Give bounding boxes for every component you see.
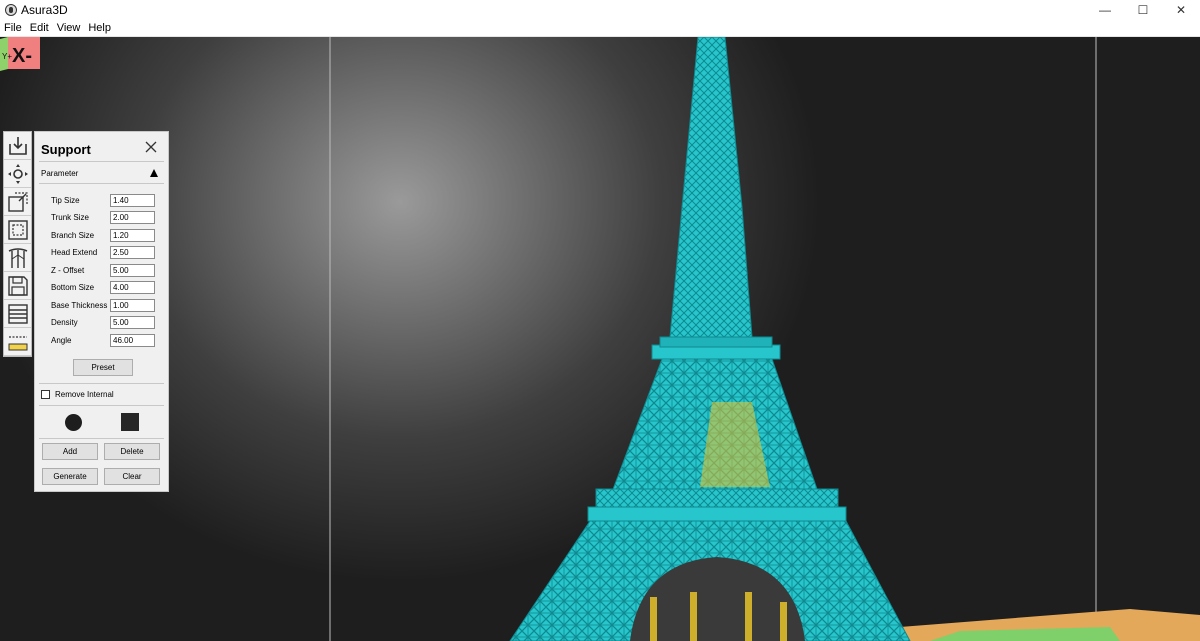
collapse-arrow-icon[interactable] [150, 169, 158, 177]
move-tool-button[interactable] [4, 160, 31, 188]
app-logo-icon [5, 4, 17, 16]
view-cube-side-label: Y+ [2, 52, 12, 61]
support-icon [8, 247, 27, 268]
clear-button[interactable]: Clear [104, 468, 160, 485]
divider [39, 383, 164, 384]
param-row-z-offset: Z - Offset [51, 263, 161, 277]
select-icon [7, 219, 28, 240]
base-thickness-input[interactable] [110, 298, 155, 312]
trunk-size-input[interactable] [110, 210, 155, 224]
view-cube-face-label: X- [12, 45, 32, 67]
menu-file[interactable]: File [4, 22, 22, 34]
maximize-button[interactable]: ☐ [1124, 0, 1162, 20]
param-row-density: Density [51, 315, 161, 329]
close-window-button[interactable]: ✕ [1162, 0, 1200, 20]
view-cube[interactable]: Y+ X- [0, 37, 40, 71]
scale-icon [7, 191, 28, 212]
param-label: Head Extend [51, 247, 98, 257]
delete-button[interactable]: Delete [104, 443, 160, 460]
circle-shape-button[interactable] [65, 414, 82, 431]
preset-button[interactable]: Preset [73, 359, 133, 376]
param-row-head-extend: Head Extend [51, 245, 161, 259]
density-input[interactable] [110, 315, 155, 329]
remove-internal-row: Remove Internal [41, 390, 114, 399]
save-icon [7, 275, 28, 296]
square-shape-button[interactable] [121, 413, 139, 431]
slice-tool-button[interactable] [4, 328, 31, 356]
import-tool-button[interactable] [4, 132, 31, 160]
minimize-button[interactable]: — [1086, 0, 1124, 20]
remove-internal-checkbox[interactable] [41, 390, 50, 399]
param-row-bottom-size: Bottom Size [51, 280, 161, 294]
close-icon[interactable] [144, 140, 158, 154]
param-label: Angle [51, 335, 72, 345]
layers-icon [7, 303, 28, 324]
support-panel: Support Parameter Tip Size Trunk Size Br… [34, 131, 169, 492]
panel-title: Support [41, 142, 91, 157]
branch-size-input[interactable] [110, 228, 155, 242]
divider [39, 438, 164, 439]
save-tool-button[interactable] [4, 272, 31, 300]
param-label: Base Thickness [51, 300, 108, 310]
angle-input[interactable] [110, 333, 155, 347]
scale-tool-button[interactable] [4, 188, 31, 216]
move-icon [7, 163, 28, 184]
generate-button[interactable]: Generate [42, 468, 98, 485]
menu-edit[interactable]: Edit [30, 22, 49, 34]
bottom-size-input[interactable] [110, 280, 155, 294]
param-row-trunk-size: Trunk Size [51, 210, 161, 224]
param-row-tip-size: Tip Size [51, 193, 161, 207]
menu-help[interactable]: Help [88, 22, 111, 34]
param-row-base-thickness: Base Thickness [51, 298, 161, 312]
add-button[interactable]: Add [42, 443, 98, 460]
z-offset-input[interactable] [110, 263, 155, 277]
divider [39, 183, 164, 184]
param-label: Tip Size [51, 195, 80, 205]
import-icon [8, 136, 27, 155]
select-tool-button[interactable] [4, 216, 31, 244]
tip-size-input[interactable] [110, 193, 155, 207]
menu-view[interactable]: View [57, 22, 81, 34]
param-label: Density [51, 317, 78, 327]
head-extend-input[interactable] [110, 245, 155, 259]
param-label: Bottom Size [51, 282, 95, 292]
divider [39, 405, 164, 406]
param-label: Branch Size [51, 230, 95, 240]
layers-tool-button[interactable] [4, 300, 31, 328]
tower-first-deck [595, 488, 839, 508]
menu-bar: File Edit View Help [0, 20, 1200, 37]
param-label: Z - Offset [51, 265, 85, 275]
slice-icon [8, 335, 27, 350]
window-title: Asura3D [21, 3, 68, 17]
left-toolbar [3, 131, 32, 357]
tower-spire [669, 37, 753, 338]
param-row-angle: Angle [51, 333, 161, 347]
support-tool-button[interactable] [4, 244, 31, 272]
3d-viewport[interactable]: Y+ X- [0, 37, 1200, 641]
divider [39, 161, 164, 162]
param-row-branch-size: Branch Size [51, 228, 161, 242]
title-bar: Asura3D — ☐ ✕ [0, 0, 1200, 20]
parameter-section-label: Parameter [41, 169, 79, 178]
remove-internal-label: Remove Internal [55, 390, 114, 399]
scene-render [329, 37, 1200, 641]
param-label: Trunk Size [51, 212, 89, 222]
window-controls: — ☐ ✕ [1086, 0, 1200, 20]
